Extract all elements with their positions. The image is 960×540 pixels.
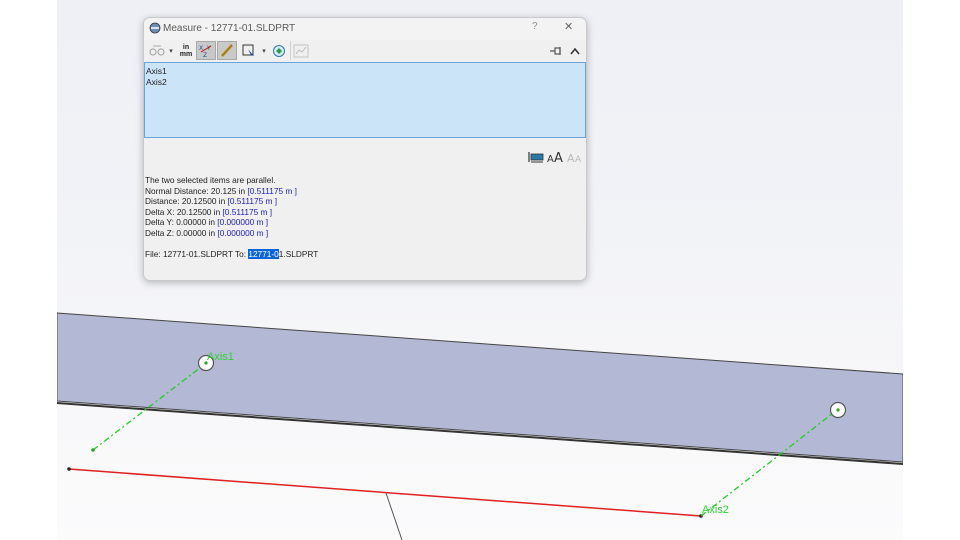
delta-y-value: Delta Y: 0.00000 in <box>145 217 215 228</box>
increase-font-button[interactable]: A A <box>547 147 565 166</box>
edge-start-point <box>67 467 71 471</box>
delta-x-value: Delta X: 20.12500 in <box>145 206 221 217</box>
ruler-pencil-icon <box>220 43 234 58</box>
file-from-text: File: 12771-01.SLDPRT To: <box>145 249 247 260</box>
projected-on-button[interactable] <box>240 41 258 60</box>
measure-toolbar: ▾ in mm X Y Z ▾ <box>144 40 586 61</box>
axis1-start-point <box>91 448 95 452</box>
arc-measure-icon <box>149 45 165 56</box>
delta-z-row: Delta Z: 0.00000 in [0.000000 m ] <box>145 228 318 239</box>
delta-x-metric: [0.511175 m ] <box>222 206 273 217</box>
xyz-measure-button[interactable]: X Y Z <box>196 41 216 60</box>
font-size-icon: A A <box>547 151 563 164</box>
delta-z-value: Delta Z: 0.00000 in <box>145 227 216 238</box>
results-spacer <box>145 239 318 250</box>
delta-z-metric: [0.000000 m ] <box>217 227 269 238</box>
distance-metric: [0.511175 m ] <box>227 196 278 207</box>
history-globe-icon <box>273 45 285 57</box>
parallel-status-text: The two selected items are parallel. <box>145 175 276 185</box>
dialog-title: Measure - 12771-01.SLDPRT <box>163 23 296 34</box>
measurement-history-button[interactable] <box>270 41 288 60</box>
axis2-label: Axis2 <box>702 504 729 516</box>
pin-button[interactable] <box>548 41 564 60</box>
measure-app-icon <box>149 22 161 34</box>
file-to-rest-text: 1.SLDPRT <box>278 249 319 260</box>
show-xyz-button[interactable] <box>527 147 545 166</box>
units-precision-button[interactable]: in mm <box>177 41 195 60</box>
measure-dialog[interactable]: Measure - 12771-01.SLDPRT ? ✕ ▾ in mm X … <box>143 17 587 281</box>
delta-y-row: Delta Y: 0.00000 in [0.000000 m ] <box>145 217 318 228</box>
measured-edge-line[interactable] <box>68 468 702 517</box>
point-to-point-button[interactable] <box>217 41 237 60</box>
normal-distance-value: Normal Distance: 20.125 in <box>145 185 246 196</box>
projection-arrow-icon <box>242 44 254 56</box>
file-row[interactable]: File: 12771-01.SLDPRT To: 12771-01.SLDPR… <box>145 249 318 260</box>
font-size-disabled-icon: A A <box>567 152 582 164</box>
create-sensor-button[interactable] <box>290 41 311 60</box>
xyz-axes-icon: X Y Z <box>199 45 212 58</box>
projection-dropdown-chevron-icon[interactable]: ▾ <box>260 41 268 60</box>
chevron-up-icon <box>570 47 580 54</box>
sensor-graph-icon <box>293 44 309 57</box>
help-button[interactable]: ? <box>532 21 538 32</box>
delta-x-row: Delta X: 20.12500 in [0.511175 m ] <box>145 207 318 218</box>
decrease-font-button[interactable]: A A <box>567 147 585 166</box>
measure-results: The two selected items are parallel. Nor… <box>145 175 318 260</box>
collapse-button[interactable] <box>568 41 582 60</box>
close-button[interactable]: ✕ <box>564 20 573 33</box>
svg-text:A: A <box>547 154 554 164</box>
svg-text:A: A <box>567 152 575 164</box>
normal-distance-metric: [0.511175 m ] <box>247 185 297 196</box>
svg-text:A: A <box>575 155 582 164</box>
plate-face[interactable] <box>57 312 903 463</box>
normal-distance-row: Normal Distance: 20.125 in [0.511175 m ] <box>145 186 318 197</box>
dialog-titlebar[interactable]: Measure - 12771-01.SLDPRT ? ✕ <box>144 18 586 40</box>
selection-item-axis2[interactable]: Axis2 <box>146 77 167 87</box>
dimension-icon <box>528 151 544 162</box>
selection-item-axis1[interactable]: Axis1 <box>146 66 167 76</box>
svg-text:A: A <box>554 151 563 164</box>
units-in-label: in <box>182 43 190 51</box>
distance-value: Distance: 20.12500 in <box>145 196 226 207</box>
arc-dropdown-chevron-icon[interactable]: ▾ <box>167 41 175 60</box>
delta-y-metric: [0.000000 m ] <box>217 217 269 228</box>
distance-row: Distance: 20.12500 in [0.511175 m ] <box>145 196 318 207</box>
svg-text:Z: Z <box>203 52 207 58</box>
pin-icon <box>550 46 561 55</box>
axis1-label: Axis1 <box>207 351 234 363</box>
file-to-selected-text[interactable]: 12771-0 <box>248 249 279 260</box>
units-mm-label: mm <box>179 50 193 58</box>
selection-list[interactable]: Axis1 Axis2 <box>144 62 586 138</box>
arc-circle-measure-button[interactable] <box>147 41 167 60</box>
axis2-marker-dot <box>836 408 840 412</box>
sketch-line[interactable] <box>385 492 403 540</box>
